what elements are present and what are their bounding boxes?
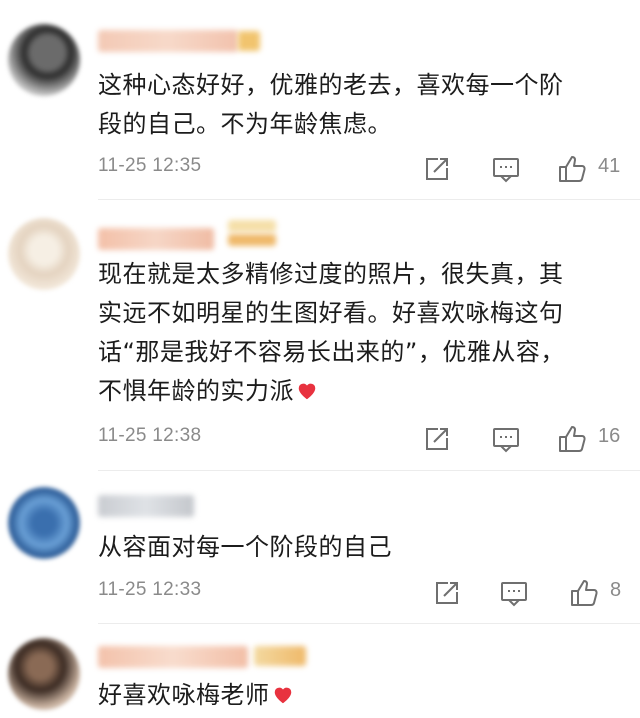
comment-text-line: 从容面对每一个阶段的自己 (98, 533, 392, 561)
comment-item: 这种心态好好，优雅的老去，喜欢每一个阶 段的自己。不为年龄焦虑。 11-25 1… (0, 0, 640, 200)
username-blurred[interactable] (98, 495, 194, 517)
user-badge-blurred (254, 646, 306, 666)
username-blurred[interactable] (98, 646, 248, 668)
red-heart-emoji-icon (272, 679, 294, 704)
comment-icon[interactable] (490, 423, 522, 455)
comment-icon[interactable] (498, 577, 530, 609)
avatar[interactable] (8, 487, 80, 559)
user-badge-blurred (228, 234, 276, 246)
avatar[interactable] (8, 638, 80, 710)
comment-icon[interactable] (490, 153, 522, 185)
comment-text: 好喜欢咏梅老师 (98, 676, 618, 715)
username-blurred[interactable] (98, 30, 238, 52)
comment-item: 好喜欢咏梅老师 (0, 624, 640, 716)
avatar[interactable] (8, 218, 80, 290)
comment-time: 11-25 12:35 (98, 155, 202, 176)
comment-text-line: 好喜欢咏梅老师 (98, 676, 618, 715)
like-count: 8 (610, 579, 622, 601)
comment-time: 11-25 12:33 (98, 579, 202, 600)
comment-text: 从容面对每一个阶段的自己 (98, 528, 618, 567)
comment-text-line: 实远不如明星的生图好看。好喜欢咏梅这句 (98, 299, 564, 327)
comment-item: 从容面对每一个阶段的自己 11-25 12:33 8 (0, 471, 640, 623)
like-count: 16 (598, 425, 621, 447)
comment-text-line: 不惧年龄的实力派 (98, 372, 618, 411)
share-icon[interactable] (420, 423, 452, 455)
like-count: 41 (598, 155, 621, 177)
comment-text-line: 现在就是太多精修过度的照片，很失真，其 (98, 260, 564, 288)
comment-time: 11-25 12:38 (98, 425, 202, 446)
comment-meta: 11-25 12:38 16 (98, 423, 640, 455)
user-badge-blurred (228, 220, 276, 232)
username-blurred[interactable] (98, 228, 214, 250)
user-badge-blurred (238, 31, 260, 51)
comment-text-fragment: 好喜欢咏梅老师 (98, 681, 270, 709)
thumbs-up-icon[interactable] (568, 577, 600, 609)
share-icon[interactable] (420, 153, 452, 185)
comment-text: 这种心态好好，优雅的老去，喜欢每一个阶 段的自己。不为年龄焦虑。 (98, 66, 618, 144)
comment-text-line: 话“那是我好不容易长出来的”，优雅从容， (98, 338, 565, 366)
comment-meta: 11-25 12:35 41 (98, 153, 640, 185)
comment-item: 现在就是太多精修过度的照片，很失真，其 实远不如明星的生图好看。好喜欢咏梅这句 … (0, 200, 640, 470)
thumbs-up-icon[interactable] (556, 153, 588, 185)
comment-text: 现在就是太多精修过度的照片，很失真，其 实远不如明星的生图好看。好喜欢咏梅这句 … (98, 255, 618, 411)
red-heart-emoji-icon (296, 375, 318, 400)
comment-meta: 11-25 12:33 8 (98, 577, 640, 609)
thumbs-up-icon[interactable] (556, 423, 588, 455)
comment-text-fragment: 不惧年龄的实力派 (98, 377, 294, 405)
avatar[interactable] (8, 24, 80, 96)
comment-text-line: 段的自己。不为年龄焦虑。 (98, 110, 392, 138)
comment-text-line: 这种心态好好，优雅的老去，喜欢每一个阶 (98, 71, 564, 99)
share-icon[interactable] (430, 577, 462, 609)
